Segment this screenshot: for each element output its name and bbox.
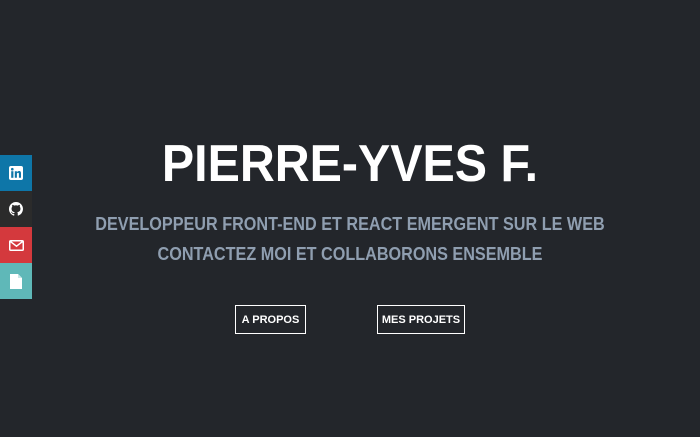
mail-link[interactable] — [0, 227, 32, 263]
projects-button[interactable]: MES PROJETS — [377, 305, 465, 334]
hero-section: PIERRE-YVES F. DEVELOPPEUR FRONT-END ET … — [0, 0, 700, 437]
hero-title: PIERRE-YVES F. — [161, 135, 539, 193]
document-link[interactable] — [0, 263, 32, 299]
hero-subtitle-line-1: DEVELOPPEUR FRONT-END ET REACT EMERGENT … — [95, 214, 605, 234]
about-button[interactable]: A PROPOS — [235, 305, 306, 334]
mail-icon — [8, 239, 24, 251]
document-icon — [10, 273, 22, 289]
github-icon — [9, 202, 23, 216]
linkedin-icon — [9, 166, 23, 180]
hero-subtitle-line-2: CONTACTEZ MOI ET COLLABORONS ENSEMBLE — [157, 244, 543, 264]
